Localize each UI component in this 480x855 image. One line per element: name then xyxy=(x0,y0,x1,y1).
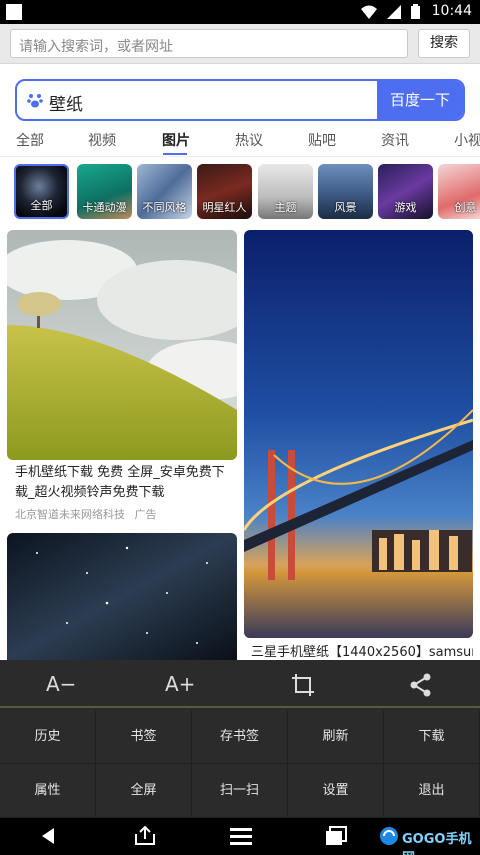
search-query[interactable]: 壁纸 xyxy=(49,90,83,115)
result-title[interactable]: 手机壁纸下载 免费 全屏_安卓免费下载_超火视频铃声免费下载 xyxy=(15,463,237,503)
divider xyxy=(0,156,480,157)
category-chip[interactable]: 不同风格 xyxy=(137,164,192,219)
result-image[interactable] xyxy=(7,533,237,660)
tab-tieba[interactable]: 贴吧 xyxy=(308,130,336,150)
crop-icon[interactable] xyxy=(288,672,318,698)
menu-refresh[interactable]: 刷新 xyxy=(288,710,384,764)
baidu-search-button[interactable]: 百度一下 xyxy=(377,81,463,119)
tab-discussion[interactable]: 热议 xyxy=(235,130,263,150)
watermark-logo: GOGO手机网 xyxy=(376,824,472,855)
browser-toolbar: 请输入搜索词，或者网址 搜索 xyxy=(0,24,480,64)
category-label: 全部 xyxy=(30,199,53,212)
status-bar: 10:44 xyxy=(0,0,480,24)
tab-news[interactable]: 资讯 xyxy=(381,130,409,150)
baidu-paw-icon xyxy=(27,94,43,108)
url-input[interactable]: 请输入搜索词，或者网址 xyxy=(10,29,408,58)
signal-icon xyxy=(387,4,401,19)
category-label: 风景 xyxy=(334,201,357,214)
share-icon[interactable] xyxy=(406,672,436,698)
battery-icon xyxy=(411,4,420,19)
font-decrease-icon[interactable]: A− xyxy=(46,672,76,698)
tab-video[interactable]: 视频 xyxy=(88,130,116,150)
menu-history[interactable]: 历史 xyxy=(0,710,96,764)
notification-icon xyxy=(6,4,22,20)
starry-sky-photo xyxy=(7,533,237,660)
menu-toolbar: A− A+ xyxy=(0,660,480,708)
browser-menu: A− A+ 历史 书签 存书签 刷新 下载 属性 全屏 扫一扫 设置 退出 xyxy=(0,660,480,818)
menu-exit[interactable]: 退出 xyxy=(384,764,480,818)
menu-grid: 历史 书签 存书签 刷新 下载 属性 全屏 扫一扫 设置 退出 xyxy=(0,710,480,818)
tab-all[interactable]: 全部 xyxy=(16,130,44,150)
category-label: 创意 xyxy=(454,201,477,214)
search-box: 壁纸 百度一下 xyxy=(15,79,465,121)
category-chip[interactable]: 创意 xyxy=(438,164,480,219)
category-label: 游戏 xyxy=(394,201,417,214)
tab-images[interactable]: 图片 xyxy=(162,130,190,150)
category-chip[interactable]: 游戏 xyxy=(378,164,433,219)
category-chip[interactable]: 明星红人 xyxy=(197,164,252,219)
url-search-button[interactable]: 搜索 xyxy=(418,29,470,58)
menu-save-bookmark[interactable]: 存书签 xyxy=(192,710,288,764)
menu-fullscreen[interactable]: 全屏 xyxy=(96,764,192,818)
category-label: 主题 xyxy=(274,201,297,214)
watermark-text: GOGO手机网 xyxy=(402,832,472,855)
category-chip[interactable]: 风景 xyxy=(318,164,373,219)
back-icon[interactable] xyxy=(40,826,56,846)
menu-bookmarks[interactable]: 书签 xyxy=(96,710,192,764)
category-label: 卡通动漫 xyxy=(82,201,127,214)
category-chip[interactable]: 卡通动漫 xyxy=(77,164,132,219)
windows-icon[interactable] xyxy=(325,826,347,846)
menu-icon[interactable] xyxy=(230,826,252,846)
tab-short-video[interactable]: 小视 xyxy=(454,130,480,150)
menu-settings[interactable]: 设置 xyxy=(288,764,384,818)
result-source: 北京智道未来网络科技 广告 xyxy=(15,506,157,522)
hill-photo xyxy=(7,230,237,460)
bridge-photo xyxy=(244,230,473,638)
share-tray-icon[interactable] xyxy=(134,826,156,846)
result-image[interactable] xyxy=(7,230,237,460)
source-text: 北京智道未来网络科技 xyxy=(15,508,125,521)
result-tabs: 全部 视频 图片 热议 贴吧 资讯 小视 xyxy=(0,124,480,156)
category-chips: 全部 卡通动漫 不同风格 明星红人 主题 风景 游戏 创意 xyxy=(0,164,480,220)
menu-download[interactable]: 下载 xyxy=(384,710,480,764)
active-tab-indicator xyxy=(163,153,187,155)
font-increase-icon[interactable]: A+ xyxy=(165,672,195,698)
wifi-icon xyxy=(361,5,377,19)
ad-badge: 广告 xyxy=(134,508,157,521)
result-image[interactable] xyxy=(244,230,473,638)
globe-icon xyxy=(380,827,398,845)
category-label: 明星红人 xyxy=(202,201,247,214)
menu-scan[interactable]: 扫一扫 xyxy=(192,764,288,818)
clock: 10:44 xyxy=(431,3,472,19)
navigation-bar: GOGO手机网 xyxy=(0,818,480,855)
category-label: 不同风格 xyxy=(142,201,187,214)
category-chip[interactable]: 全部 xyxy=(14,164,69,219)
menu-properties[interactable]: 属性 xyxy=(0,764,96,818)
category-chip[interactable]: 主题 xyxy=(258,164,313,219)
